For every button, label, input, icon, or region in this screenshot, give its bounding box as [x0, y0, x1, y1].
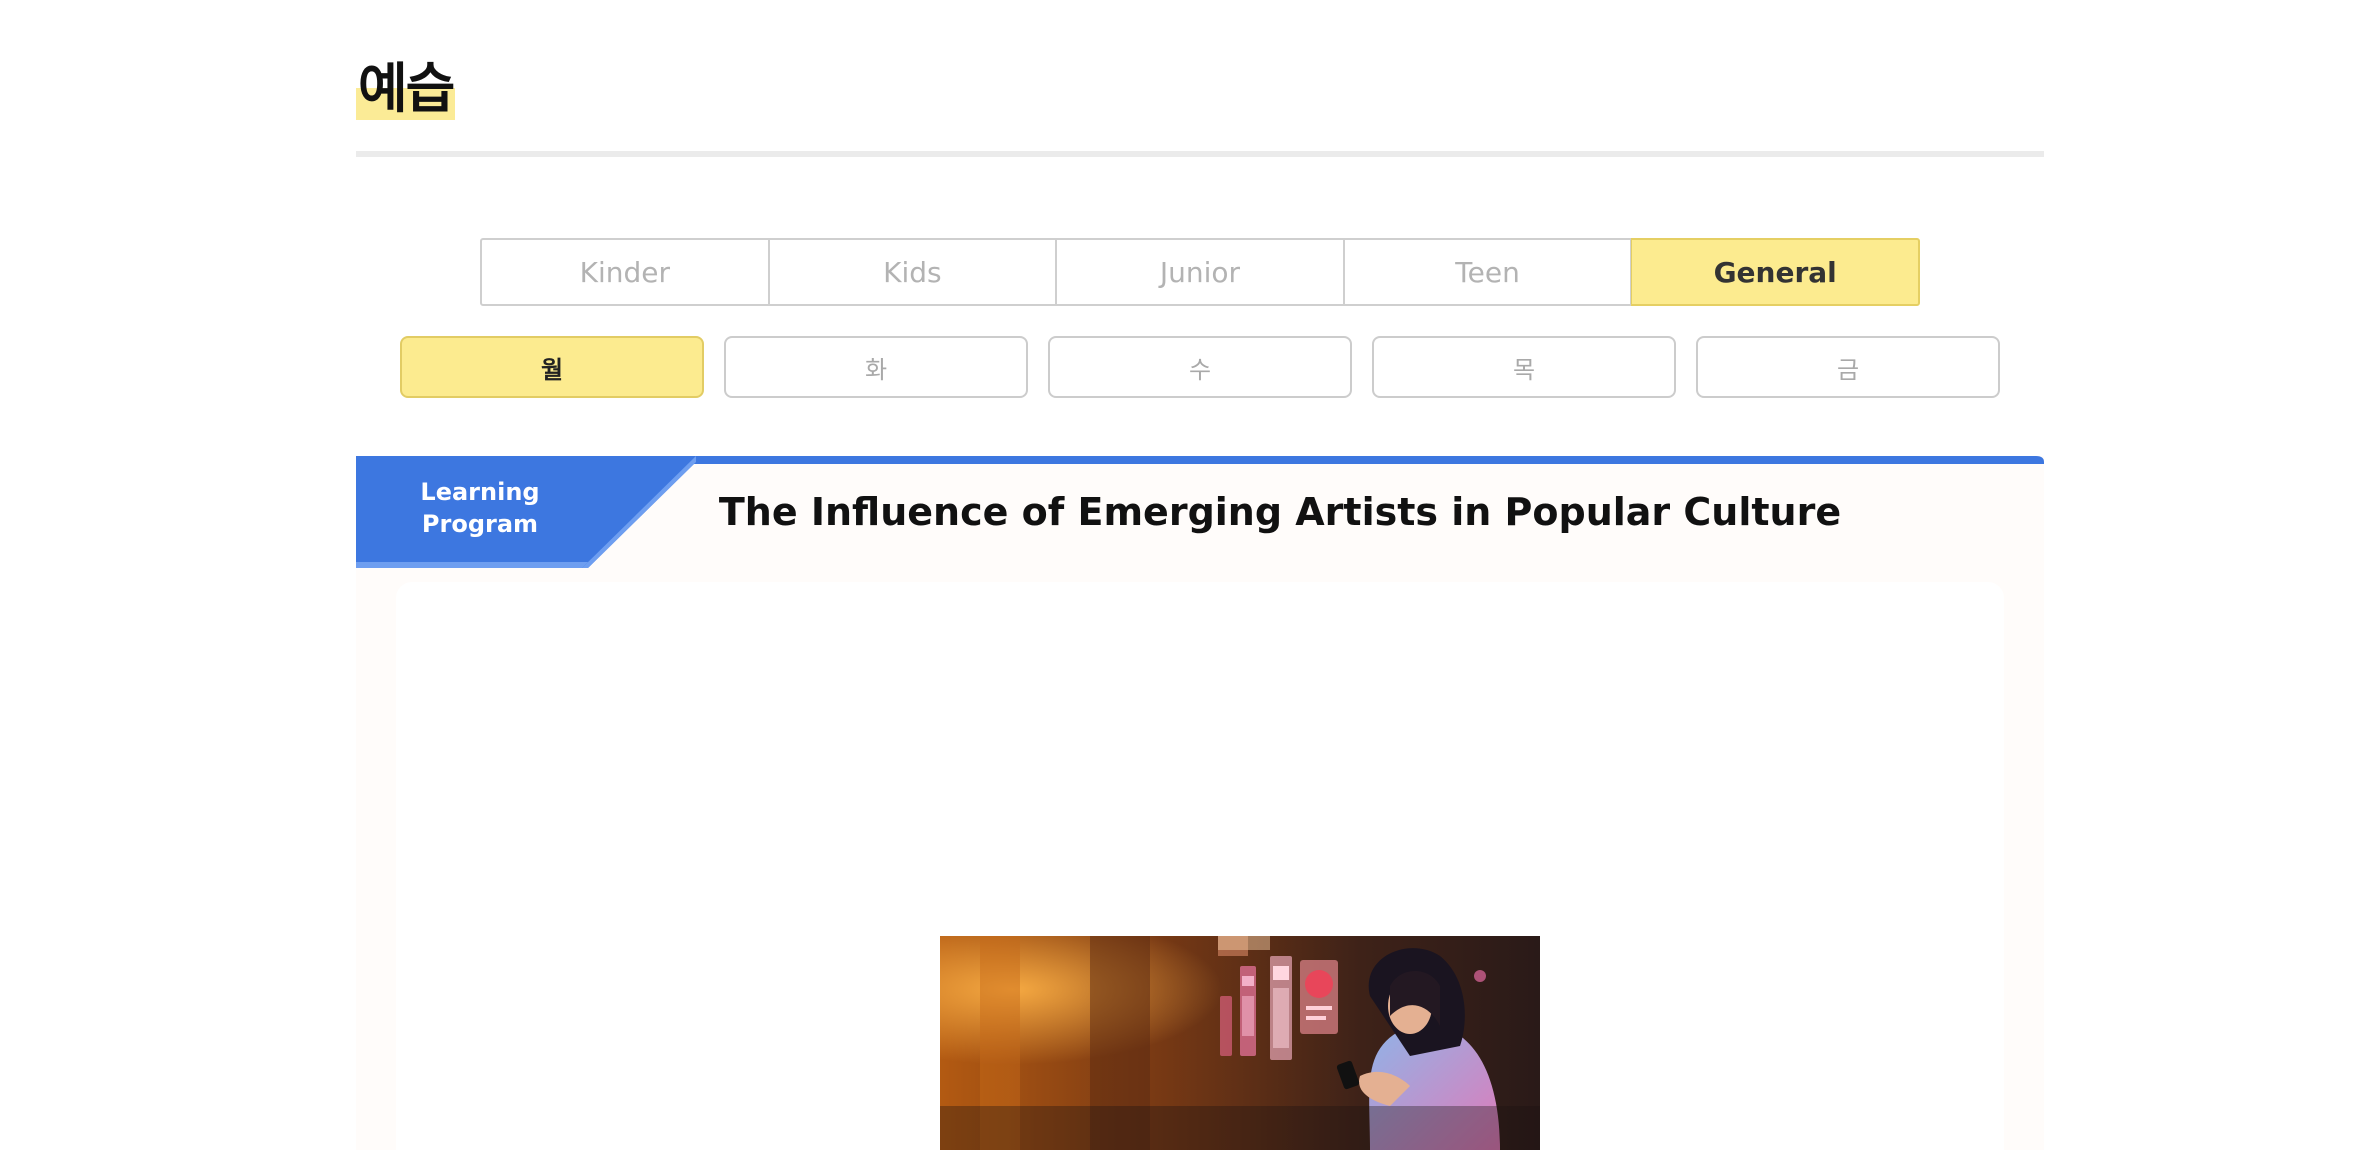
content-card — [396, 582, 2004, 1150]
level-tabs: Kinder Kids Junior Teen General — [480, 238, 1920, 306]
lesson-title: The Influence of Emerging Artists in Pop… — [718, 490, 1842, 534]
tab-general[interactable]: General — [1631, 238, 1920, 306]
day-tabs: 월 화 수 목 금 — [400, 336, 2000, 398]
tab-teen[interactable]: Teen — [1343, 238, 1632, 306]
title-divider — [356, 151, 2044, 157]
lesson-panel: Learning Program The Influence of Emergi… — [356, 456, 2044, 1150]
page: 예습 Kinder Kids Junior Teen General 월 화 수… — [0, 0, 2380, 1150]
day-tab-tuesday[interactable]: 화 — [724, 336, 1028, 398]
tab-kids[interactable]: Kids — [768, 238, 1057, 306]
day-tab-wednesday[interactable]: 수 — [1048, 336, 1352, 398]
day-tab-monday[interactable]: 월 — [400, 336, 704, 398]
woman-with-phone-photo-icon — [940, 936, 1540, 1150]
page-title-wrap: 예습 — [356, 58, 455, 120]
tab-kinder[interactable]: Kinder — [480, 238, 769, 306]
lesson-image — [940, 936, 1540, 1150]
day-tab-friday[interactable]: 금 — [1696, 336, 2000, 398]
tab-junior[interactable]: Junior — [1056, 238, 1344, 306]
page-title: 예습 — [356, 57, 455, 120]
day-tab-thursday[interactable]: 목 — [1372, 336, 1676, 398]
